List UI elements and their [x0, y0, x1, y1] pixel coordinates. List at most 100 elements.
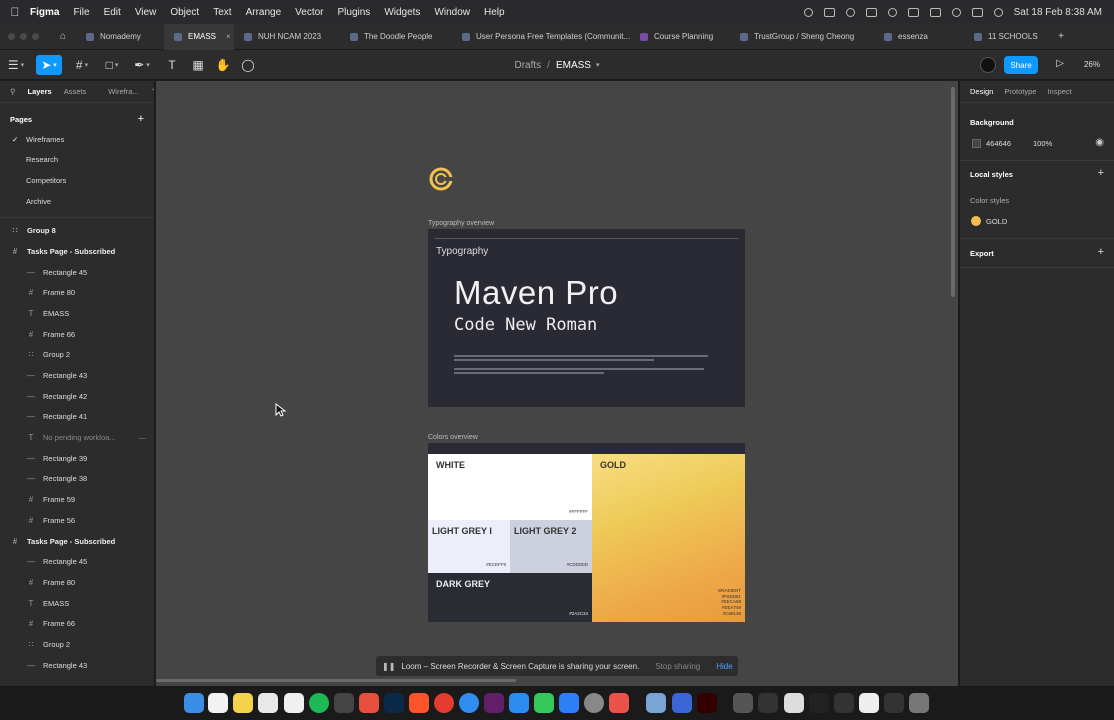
menu-help[interactable]: Help — [484, 7, 505, 18]
move-tool-icon[interactable]: ➤ ▾ — [36, 55, 62, 75]
hidden-eye-icon[interactable]: — — [139, 433, 155, 442]
typography-frame-label[interactable]: Typography overview — [428, 220, 494, 227]
app-icon[interactable] — [359, 693, 379, 713]
app-store-icon[interactable] — [559, 693, 579, 713]
typography-frame[interactable]: Typography Maven Pro Code New Roman — [428, 229, 745, 407]
breadcrumb-drafts[interactable]: Drafts — [515, 60, 542, 71]
colors-frame-label[interactable]: Colors overview — [428, 434, 478, 441]
layer-row[interactable]: # Frame 80 — [0, 282, 154, 303]
tab-emass[interactable]: EMASS × — [164, 23, 234, 50]
recent-file-icon[interactable] — [859, 693, 879, 713]
layer-row[interactable]: ∷ Group 2 — [0, 345, 154, 366]
layer-row[interactable]: — Rectangle 45 — [0, 262, 154, 283]
tab-user-persona[interactable]: User Persona Free Templates (Communit... — [452, 24, 630, 50]
finder-icon[interactable] — [184, 693, 204, 713]
add-style-icon[interactable]: + — [1098, 167, 1104, 179]
menu-view[interactable]: View — [135, 7, 157, 18]
file-icon[interactable] — [784, 693, 804, 713]
safari-icon[interactable] — [459, 693, 479, 713]
swatch-light-grey-2[interactable]: LIGHT GREY 2 #CDD0DD — [510, 520, 592, 573]
menu-arrange[interactable]: Arrange — [246, 7, 282, 18]
layer-row[interactable]: — Rectangle 43 — [0, 655, 154, 676]
layer-row[interactable]: T EMASS — [0, 593, 154, 614]
text-tool-icon[interactable]: T — [162, 55, 182, 75]
new-tab-icon[interactable]: + — [1048, 31, 1074, 42]
menubar-clock[interactable]: Sat 18 Feb 8:38 AM — [1014, 7, 1102, 18]
layer-row[interactable]: — Rectangle 45 — [0, 551, 154, 572]
tab-inspect[interactable]: Inspect — [1047, 87, 1071, 96]
comment-tool-icon[interactable]: ◯ — [238, 55, 258, 75]
app-menu[interactable]: Figma — [30, 7, 59, 18]
media-icon[interactable] — [887, 7, 897, 17]
stop-sharing-button[interactable]: Stop sharing — [655, 662, 700, 671]
trash-icon[interactable] — [909, 693, 929, 713]
search-layers-icon[interactable]: ⚲ — [10, 87, 16, 96]
screen-share-icon[interactable] — [823, 7, 835, 17]
background-hex-input[interactable]: 464646 — [986, 139, 1011, 148]
layer-row[interactable]: ∷ Group 2 — [0, 634, 154, 655]
tab-prototype[interactable]: Prototype — [1004, 87, 1036, 96]
home-icon[interactable]: ⌂ — [50, 31, 76, 42]
illustrator-icon[interactable] — [697, 693, 717, 713]
layer-row[interactable]: # Frame 59 — [0, 489, 154, 510]
tab-layers[interactable]: Layers — [28, 87, 52, 96]
figma-dock-icon[interactable] — [334, 693, 354, 713]
control-center-icon[interactable] — [971, 7, 983, 17]
menu-text[interactable]: Text — [213, 7, 231, 18]
menu-widgets[interactable]: Widgets — [384, 7, 420, 18]
extension-icon[interactable] — [865, 7, 877, 17]
photoshop-icon[interactable] — [384, 693, 404, 713]
add-export-icon[interactable]: + — [1098, 246, 1104, 258]
menu-file[interactable]: File — [73, 7, 89, 18]
messages-icon[interactable] — [534, 693, 554, 713]
layer-row[interactable]: — Rectangle 43 — [0, 365, 154, 386]
brave-icon[interactable] — [409, 693, 429, 713]
page-research[interactable]: Research — [0, 150, 154, 171]
share-button[interactable]: Share — [1004, 56, 1038, 74]
horizontal-scrollbar[interactable] — [156, 679, 516, 682]
swatch-gold[interactable]: GOLD GRADIENT #F8DD81 #EECA58 #EEA748 #C… — [592, 454, 745, 622]
preview-icon[interactable] — [646, 693, 666, 713]
mail-icon[interactable] — [509, 693, 529, 713]
page-wireframes[interactable]: ✓ Wireframes — [0, 129, 154, 150]
background-color-swatch[interactable] — [972, 139, 981, 148]
chrome-icon[interactable] — [434, 693, 454, 713]
hand-tool-icon[interactable]: ✋ — [213, 55, 233, 75]
recording-icon[interactable] — [845, 7, 855, 17]
tab-page-selector[interactable]: Wirefra... — [108, 87, 138, 96]
menu-edit[interactable]: Edit — [104, 7, 121, 18]
swatch-white[interactable]: WHITE #FFFFFF — [428, 454, 592, 520]
zoom-dropdown[interactable]: 26% — [1084, 60, 1100, 69]
tab-trustgroup[interactable]: TrustGroup / Sheng Cheong — [730, 24, 874, 50]
notes-icon[interactable] — [233, 693, 253, 713]
user-avatar[interactable] — [980, 57, 996, 73]
notion-icon[interactable] — [284, 693, 304, 713]
tab-doodle-people[interactable]: The Doodle People — [340, 24, 452, 50]
pen-tool-icon[interactable]: ✒ ▾ — [132, 55, 152, 75]
siri-icon[interactable] — [993, 7, 1003, 17]
battery-icon[interactable] — [929, 7, 941, 17]
reminders-icon[interactable] — [258, 693, 278, 713]
gold-style-swatch[interactable] — [971, 216, 981, 226]
spotify-icon[interactable] — [309, 693, 329, 713]
layer-row[interactable]: — Rectangle 39 — [0, 448, 154, 469]
resources-icon[interactable]: ▦ — [188, 55, 208, 75]
page-archive[interactable]: Archive — [0, 191, 154, 212]
close-tab-icon[interactable]: × — [226, 32, 231, 41]
file-name[interactable]: EMASS — [556, 60, 591, 71]
tab-nomademy[interactable]: Nomademy — [76, 24, 164, 50]
layer-row[interactable]: # Tasks Page - Subscribed — [0, 531, 154, 552]
wifi-icon[interactable] — [951, 7, 961, 17]
folder-icon[interactable] — [758, 693, 778, 713]
screenshot-icon[interactable] — [809, 693, 829, 713]
layer-row[interactable]: ∷ Group 8 — [0, 220, 154, 241]
colors-frame[interactable]: WHITE #FFFFFF LIGHT GREY I #ECEFF9 LIGHT… — [428, 443, 745, 622]
chevron-down-icon[interactable]: ▾ — [596, 61, 600, 69]
eye-icon[interactable]: ◉ — [1095, 137, 1104, 148]
launcher-icon[interactable] — [609, 693, 629, 713]
present-icon[interactable]: ▷ — [1056, 58, 1064, 69]
recent-window-icon[interactable] — [884, 693, 904, 713]
tab-essenza[interactable]: essenza — [874, 24, 964, 50]
swatch-light-grey-1[interactable]: LIGHT GREY I #ECEFF9 — [428, 520, 510, 573]
background-opacity-input[interactable]: 100% — [1033, 139, 1052, 148]
